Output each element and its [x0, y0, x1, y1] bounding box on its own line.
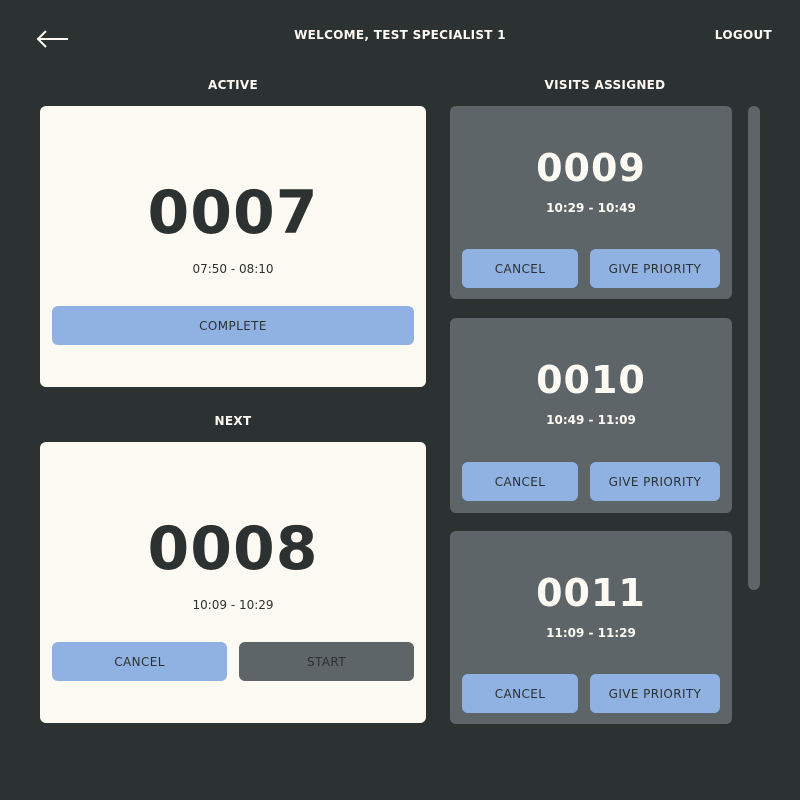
next-visit-card: 0008 10:09 - 10:29 CANCEL START [40, 442, 426, 723]
give-priority-button[interactable]: GIVE PRIORITY [590, 674, 720, 713]
visits-assigned-title: VISITS ASSIGNED [544, 78, 666, 92]
visit-card: 0009 10:29 - 10:49 CANCEL GIVE PRIORITY [450, 106, 732, 299]
visit-number: 0011 [536, 571, 646, 615]
visit-cancel-button[interactable]: CANCEL [462, 249, 578, 288]
active-visit-time: 07:50 - 08:10 [192, 262, 274, 276]
give-priority-button[interactable]: GIVE PRIORITY [590, 249, 720, 288]
complete-button[interactable]: COMPLETE [52, 306, 414, 345]
next-visit-number: 0008 [147, 514, 319, 584]
give-priority-button[interactable]: GIVE PRIORITY [590, 462, 720, 501]
visit-card: 0010 10:49 - 11:09 CANCEL GIVE PRIORITY [450, 318, 732, 513]
welcome-title: WELCOME, TEST SPECIALIST 1 [294, 28, 506, 42]
visit-card: 0011 11:09 - 11:29 CANCEL GIVE PRIORITY [450, 531, 732, 724]
active-visit-number: 0007 [147, 178, 319, 248]
visit-time: 10:49 - 11:09 [546, 413, 636, 427]
visit-time: 11:09 - 11:29 [546, 626, 636, 640]
visit-number: 0010 [536, 358, 646, 402]
start-button[interactable]: START [239, 642, 414, 681]
next-cancel-button[interactable]: CANCEL [52, 642, 227, 681]
visit-number: 0009 [536, 146, 646, 190]
next-section-title: NEXT [214, 414, 252, 428]
active-visit-card: 0007 07:50 - 08:10 COMPLETE [40, 106, 426, 387]
active-section-title: ACTIVE [207, 78, 259, 92]
logout-button[interactable]: LOGOUT [715, 28, 772, 42]
visit-cancel-button[interactable]: CANCEL [462, 462, 578, 501]
visit-cancel-button[interactable]: CANCEL [462, 674, 578, 713]
visit-time: 10:29 - 10:49 [546, 201, 636, 215]
next-visit-time: 10:09 - 10:29 [192, 598, 274, 612]
visits-scrollbar[interactable] [748, 106, 760, 590]
visits-list[interactable]: 0009 10:29 - 10:49 CANCEL GIVE PRIORITY … [450, 106, 732, 724]
